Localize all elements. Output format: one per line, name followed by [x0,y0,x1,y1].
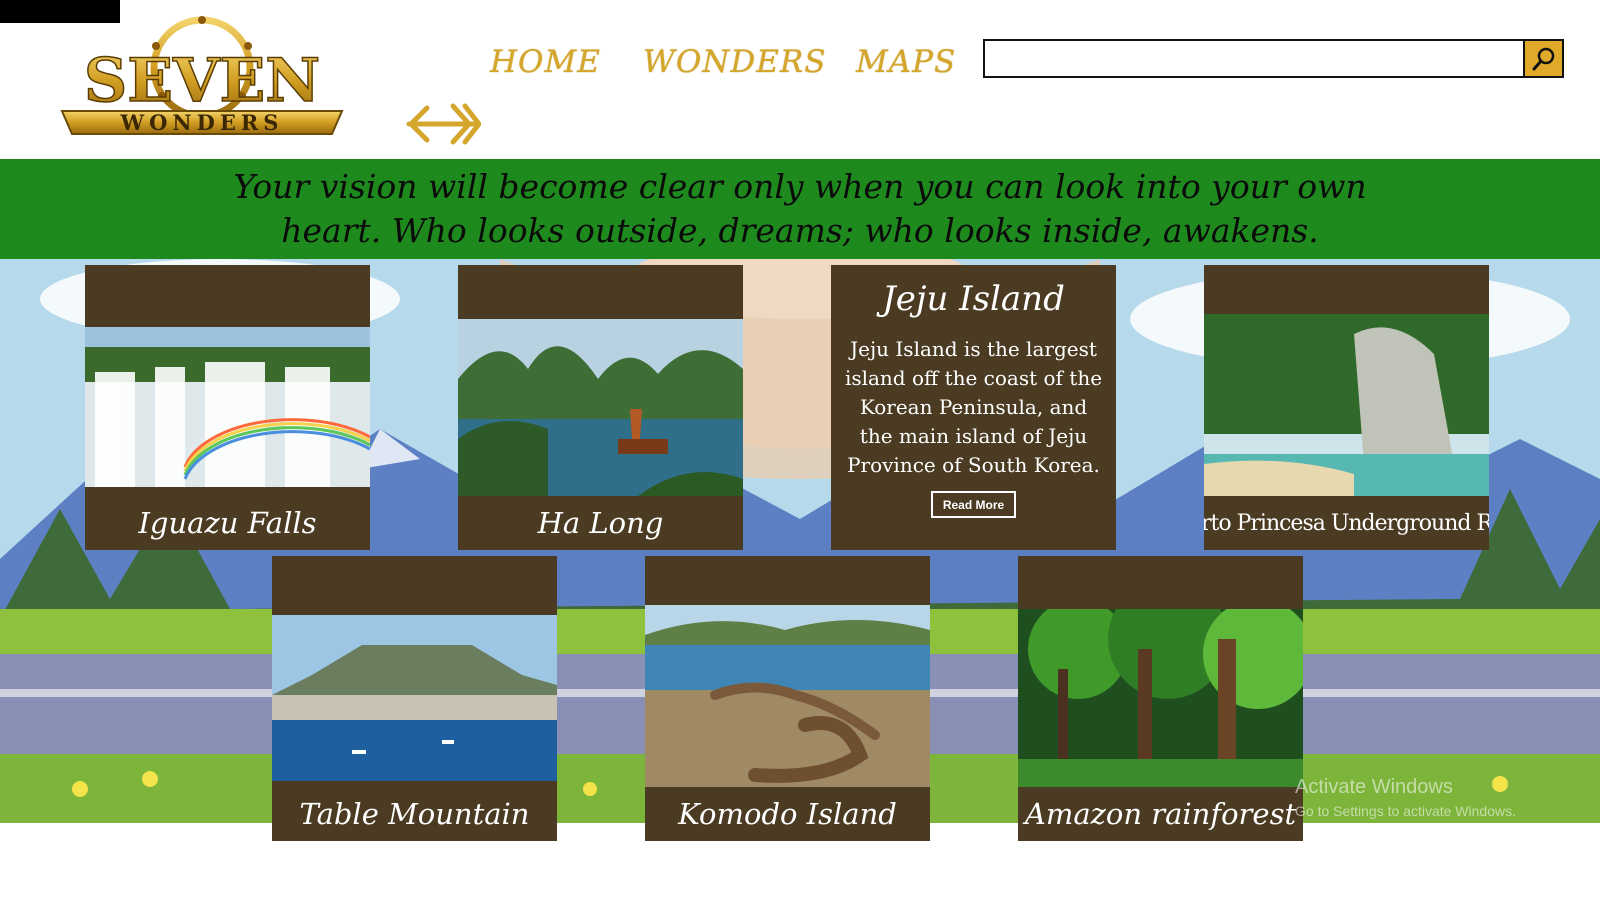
featured-description: Jeju Island is the largest island off th… [844,337,1103,477]
ha-long-image [458,319,743,496]
card-title: Amazon rainforest [1018,787,1303,841]
card-title: Komodo Island [645,787,930,841]
iguazu-falls-image [85,327,370,487]
card-amazon-rainforest[interactable]: Amazon rainforest [1018,556,1303,841]
logo-text-top: SEVEN [84,46,320,116]
card-table-mountain[interactable]: Table Mountain [272,556,557,841]
search-icon [1532,47,1554,70]
puerto-princesa-image [1204,314,1489,499]
nav-home-link[interactable]: HOME [490,44,601,80]
quote-text: Your vision will become clear only when … [233,167,1367,250]
page: SEVEN WONDERS HOME WONDERS MAPS Your vis… [0,0,1600,900]
search-button[interactable] [1525,39,1564,78]
card-title: Ha Long [458,496,743,550]
card-title: Table Mountain [272,787,557,841]
card-jeju-island[interactable]: Jeju Island Jeju Island is the largest i… [831,265,1116,550]
card-komodo-island[interactable]: Komodo Island [645,556,930,841]
read-more-button[interactable]: Read More [931,491,1016,518]
activation-watermark: Activate Windows Go to Settings to activ… [1295,776,1516,819]
seven-wonders-logo[interactable]: SEVEN WONDERS [52,16,352,138]
card-title: Iguazu Falls [85,496,370,550]
nav-wonders-link[interactable]: WONDERS [643,44,826,80]
watermark-line-2: Go to Settings to activate Windows. [1295,803,1516,819]
logo-text-bottom: WONDERS [120,110,284,135]
featured-title: Jeju Island [882,279,1065,319]
card-ha-long[interactable]: Ha Long [458,265,743,550]
card-title: Puerto Princesa Underground River [1204,496,1489,550]
komodo-island-image [645,605,930,791]
watermark-line-1: Activate Windows [1295,776,1453,798]
table-mountain-image [272,615,557,781]
nav-maps-link[interactable]: MAPS [856,44,956,80]
card-iguazu-falls[interactable]: Iguazu Falls [85,265,370,550]
amazon-rainforest-image [1018,609,1303,789]
double-arrow-left-icon[interactable] [405,102,481,146]
search-input[interactable] [983,39,1525,78]
quote-banner: Your vision will become clear only when … [0,159,1600,259]
card-puerto-princesa[interactable]: Puerto Princesa Underground River [1204,265,1489,550]
